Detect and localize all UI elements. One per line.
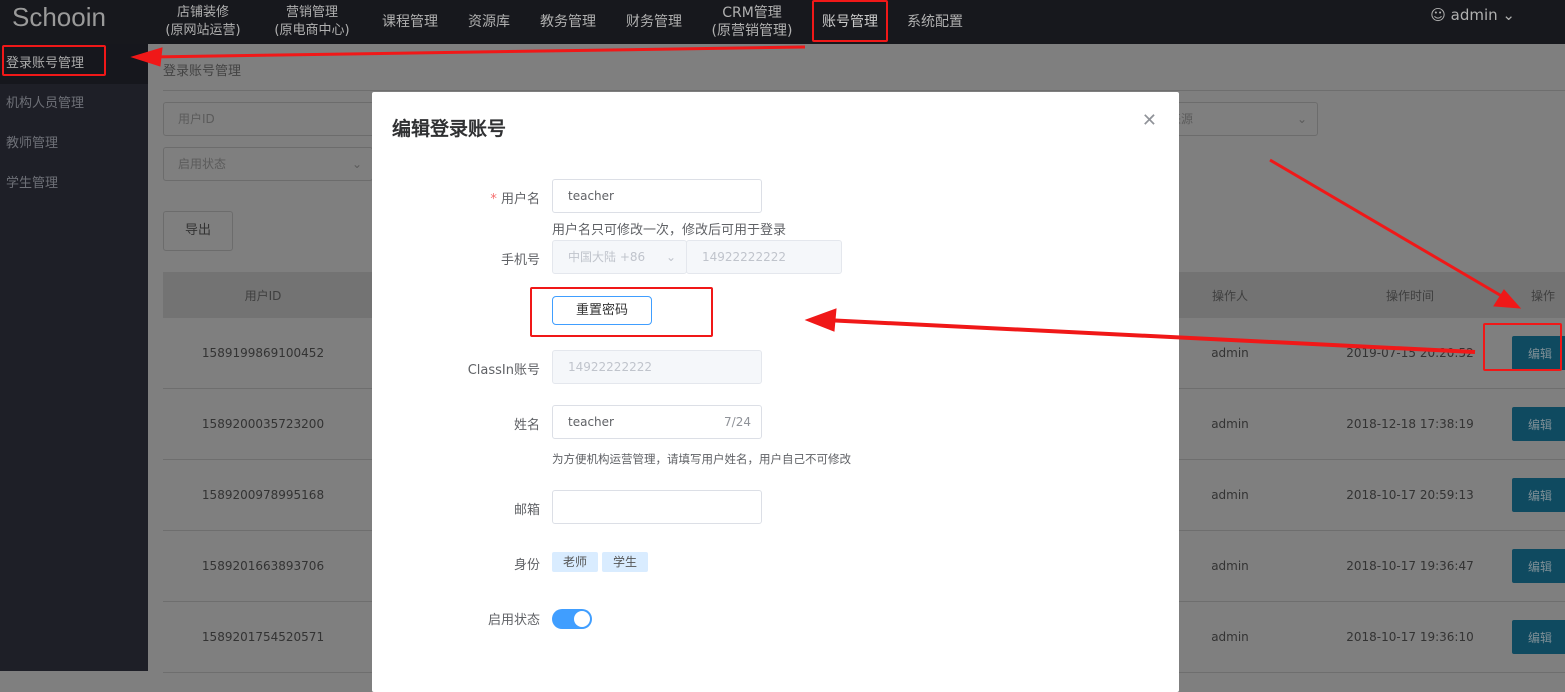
cell-action: 编辑 [1500, 389, 1565, 459]
sidebar-item-students[interactable]: 学生管理 [0, 164, 148, 204]
nav-label: 店铺装修 [176, 5, 229, 20]
nav-crm[interactable]: CRM管理 (原营销管理) [706, 0, 798, 44]
nav-label: 课程管理 [382, 14, 438, 30]
required-mark: * [490, 192, 497, 207]
cell-operator: admin [1211, 630, 1249, 644]
nav-sublabel: (原网站运营) [165, 23, 241, 38]
close-icon[interactable]: ✕ [1142, 110, 1157, 131]
nav-sublabel: (原电商中心) [274, 23, 350, 38]
email-label: 邮箱 [513, 503, 540, 518]
phone-label: 手机号 [500, 253, 540, 268]
username: admin [1450, 6, 1498, 24]
edit-button[interactable]: 编辑 [1512, 549, 1565, 583]
nav-sublabel: (原营销管理) [711, 23, 793, 39]
status-placeholder: 启用状态 [178, 157, 227, 171]
nav-label: 教务管理 [540, 14, 596, 30]
cell-user-id: 1589201663893706 [201, 559, 325, 573]
identity-label: 身份 [513, 558, 540, 573]
sidebar-item-staff[interactable]: 机构人员管理 [0, 84, 148, 124]
status-select[interactable]: 启用状态 ⌄ [163, 147, 373, 181]
logo: Schooin [12, 2, 106, 32]
header-action: 操作 [1530, 288, 1555, 303]
highlight-edit-button [1483, 323, 1562, 371]
divider [163, 90, 1565, 91]
cell-user-id: 1589200978995168 [201, 488, 325, 502]
label-text: 用户名 [500, 192, 540, 207]
nav-resources[interactable]: 资源库 [462, 0, 516, 44]
country-code: 中国大陆 +86 [568, 250, 646, 264]
status-label: 启用状态 [487, 613, 540, 628]
username-input[interactable]: teacher [552, 179, 762, 213]
cell-action: 编辑 [1500, 460, 1565, 530]
cell-user-id: 1589200035723200 [201, 417, 325, 431]
char-count: 7/24 [724, 415, 751, 429]
email-input[interactable] [552, 490, 762, 524]
country-code-select[interactable]: 中国大陆 +86 ⌄ [552, 240, 687, 274]
cell-time: 2018-10-17 19:36:47 [1346, 559, 1474, 573]
chevron-down-icon: ⌄ [351, 157, 362, 171]
edit-account-dialog: 编辑登录账号 ✕ * 用户名 teacher 用户名只可修改一次，修改后可用于登… [372, 92, 1179, 692]
export-button[interactable]: 导出 [163, 211, 233, 251]
nav-label: 财务管理 [626, 14, 682, 30]
header-user-id: 用户ID [244, 288, 282, 303]
status-toggle[interactable] [552, 609, 592, 629]
chevron-down-icon: ⌄ [1502, 6, 1515, 24]
user-menu[interactable]: ☺ admin ⌄ [1430, 6, 1515, 24]
name-input[interactable]: teacher 7/24 [552, 405, 762, 439]
cell-time: 2018-10-17 19:36:10 [1346, 630, 1474, 644]
cell-action: 编辑 [1500, 602, 1565, 672]
chevron-down-icon: ⌄ [1296, 112, 1307, 126]
name-hint: 为方便机构运营管理，请填写用户姓名，用户自己不可修改 [552, 452, 851, 466]
highlight-sidebar-item [2, 45, 106, 76]
cell-operator: admin [1211, 346, 1249, 360]
cell-operator: admin [1211, 559, 1249, 573]
sidebar-item-teachers[interactable]: 教师管理 [0, 124, 148, 164]
cell-operator: admin [1211, 417, 1249, 431]
tag-teacher: 老师 [552, 552, 599, 572]
nav-label: 资源库 [468, 14, 510, 30]
name-value: teacher [568, 415, 614, 429]
cell-action: 编辑 [1500, 531, 1565, 601]
edit-button[interactable]: 编辑 [1512, 478, 1565, 512]
cell-time: 2019-07-15 20:20:52 [1346, 346, 1474, 360]
nav-system-config[interactable]: 系统配置 [900, 0, 970, 44]
tag-student: 学生 [602, 552, 649, 572]
nav-label: 营销管理 [285, 5, 338, 20]
edit-button[interactable]: 编辑 [1512, 407, 1565, 441]
user-icon: ☺ [1430, 6, 1446, 24]
source-select[interactable]: 来源 ⌄ [1168, 102, 1318, 136]
nav-courses[interactable]: 课程管理 [378, 0, 442, 44]
nav-label: CRM管理 [722, 5, 782, 21]
nav-marketing[interactable]: 营销管理 (原电商中心) [268, 0, 356, 44]
highlight-account-nav [812, 0, 888, 42]
toggle-knob [574, 611, 590, 627]
username-hint: 用户名只可修改一次，修改后可用于登录 [552, 223, 787, 238]
edit-button[interactable]: 编辑 [1512, 620, 1565, 654]
cell-user-id: 1589201754520571 [201, 630, 325, 644]
chevron-down-icon: ⌄ [665, 250, 676, 264]
nav-academic[interactable]: 教务管理 [536, 0, 600, 44]
sidebar: 登录账号管理 机构人员管理 教师管理 学生管理 [0, 44, 148, 671]
nav-finance[interactable]: 财务管理 [622, 0, 686, 44]
header-operator: 操作人 [1211, 288, 1248, 303]
cell-user-id: 1589199869100452 [201, 346, 325, 360]
cell-time: 2018-12-18 17:38:19 [1346, 417, 1474, 431]
phone-input[interactable]: 14922222222 [686, 240, 842, 274]
dialog-title: 编辑登录账号 [392, 118, 507, 140]
nav-store-decoration[interactable]: 店铺装修 (原网站运营) [160, 0, 246, 44]
cell-operator: admin [1211, 488, 1249, 502]
nav-label: 系统配置 [907, 14, 963, 30]
username-label: * 用户名 [390, 188, 540, 207]
classin-input[interactable]: 14922222222 [552, 350, 762, 384]
highlight-reset-password [530, 287, 713, 337]
cell-time: 2018-10-17 20:59:13 [1346, 488, 1474, 502]
top-header: Schooin 店铺装修 (原网站运营) 营销管理 (原电商中心) 课程管理 资源库… [0, 0, 1565, 44]
breadcrumb: 登录账号管理 [163, 64, 242, 79]
header-time: 操作时间 [1385, 288, 1434, 303]
name-label: 姓名 [513, 418, 540, 433]
user-id-input[interactable]: 用户ID [163, 102, 393, 136]
identity-tags: 老师 学生 [552, 552, 652, 572]
classin-label: ClassIn账号 [467, 363, 540, 378]
